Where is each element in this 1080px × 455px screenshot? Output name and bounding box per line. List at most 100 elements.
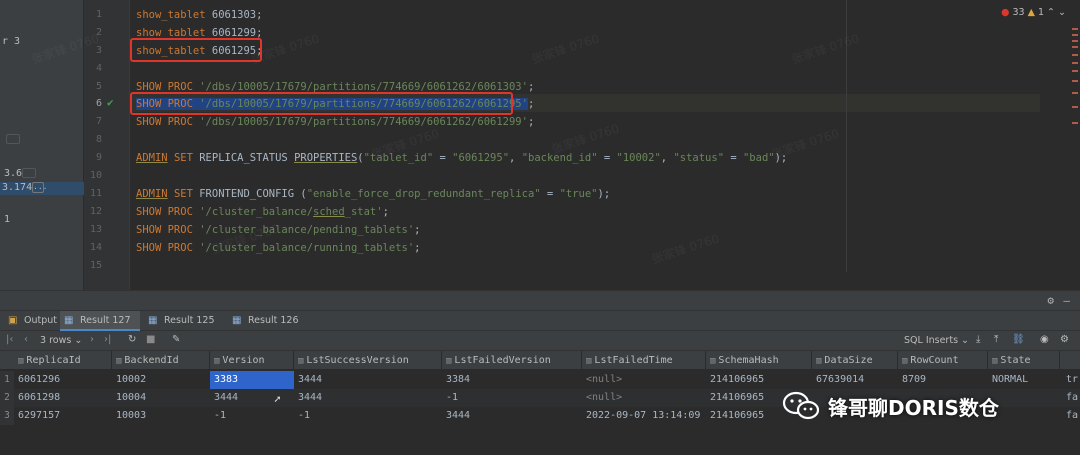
code-string: "bad" — [742, 152, 775, 164]
services-panel: ⚙ — ▣ Output ▦ Result 127 ▦ Result 125 ▦… — [0, 290, 1080, 455]
pin-icon[interactable]: ✎ — [172, 334, 180, 345]
table-cell[interactable]: 214106965 — [706, 371, 812, 389]
table-cell[interactable]: 10002 — [112, 371, 210, 389]
sql-mode-selector[interactable]: SQL Inserts ⌄ — [904, 335, 969, 346]
table-cell[interactable]: 2022-09-07 13:14:09 — [582, 407, 706, 425]
refresh-icon[interactable]: ↻ — [128, 334, 136, 345]
sidebar-item-1[interactable]: r 3 — [2, 36, 20, 47]
error-count: 33 — [1012, 7, 1025, 18]
output-icon: ▣ — [8, 315, 18, 326]
code-string: '/cluster_balance/pending_tablets' — [199, 224, 415, 236]
column-header[interactable]: ▥ LstFailedTime — [582, 351, 706, 370]
column-header[interactable]: ▥ LstSuccessVersion — [294, 351, 442, 370]
code-ident: REPLICA_STATUS — [192, 152, 295, 164]
upload-icon[interactable]: ⤒ — [994, 334, 998, 345]
table-cell[interactable]: -1 — [442, 389, 582, 407]
code-line-11: ADMIN SET FRONTEND_CONFIG ("enable_force… — [136, 188, 610, 201]
highlight-box-tablet — [130, 38, 262, 62]
rows-selector[interactable]: 3 rows ⌄ — [40, 335, 82, 346]
column-header[interactable]: ▥ ReplicaId — [14, 351, 112, 370]
line-number: 9 — [95, 152, 102, 163]
code-keyword: SHOW PROC — [136, 242, 193, 254]
table-cell[interactable]: 10003 — [112, 407, 210, 425]
table-cell[interactable]: 3444 — [210, 389, 294, 407]
watermark: 张家锋 0760 — [529, 31, 601, 67]
inspection-widget[interactable]: ● 33 ▲ 1 ⌃ ⌄ — [1001, 7, 1066, 18]
more-icon[interactable]: ... — [32, 182, 47, 193]
line-number: 4 — [95, 63, 102, 74]
table-cell[interactable]: 6061298 — [14, 389, 112, 407]
table-cell[interactable]: 3444 — [294, 389, 442, 407]
last-page-icon[interactable]: ›| — [104, 334, 111, 345]
column-header[interactable]: ▥ LstFailedVersion — [442, 351, 582, 370]
column-header[interactable]: ▥ BackendId — [112, 351, 210, 370]
table-cell[interactable]: 3384 — [442, 371, 582, 389]
table-cell[interactable]: 3444 — [442, 407, 582, 425]
download-icon[interactable]: ⤓ — [976, 334, 980, 345]
tab-label: Result 126 — [248, 315, 299, 326]
line-number: 12 — [89, 206, 102, 217]
tab-output[interactable]: ▣ Output — [4, 311, 57, 331]
prev-page-icon[interactable]: ‹ — [24, 334, 28, 345]
table-cell[interactable]: 67639014 — [812, 371, 898, 389]
tab-result-125[interactable]: ▦ Result 125 — [144, 311, 224, 331]
tab-label: Output — [24, 315, 57, 326]
table-row[interactable]: 1 6061296 10002 3383 3444 3384 <null> 21… — [0, 371, 1080, 389]
code-string: "true" — [559, 188, 598, 200]
grid-icon: ▦ — [148, 315, 158, 326]
run-check-icon[interactable]: ✔ — [107, 96, 114, 109]
column-header[interactable]: ▥ State — [988, 351, 1060, 370]
table-cell[interactable]: 10004 — [112, 389, 210, 407]
column-header[interactable]: ▥ SchemaHash — [706, 351, 812, 370]
table-cell-selected[interactable]: 3383 — [210, 371, 294, 389]
table-cell[interactable]: 8709 — [898, 371, 988, 389]
table-cell[interactable]: <null> — [582, 371, 706, 389]
tab-label: Result 125 — [164, 315, 215, 326]
code-string: "enable_force_drop_redundant_replica" — [306, 188, 541, 200]
row-number: 1 — [0, 371, 14, 389]
diagram-icon[interactable]: ⛓ — [1012, 334, 1025, 345]
code-punct: = — [724, 152, 743, 164]
code-keyword: SET — [173, 152, 193, 164]
gear-icon[interactable]: ⚙ — [1047, 294, 1054, 307]
column-header[interactable]: ▥ RowCount — [898, 351, 988, 370]
table-cell[interactable]: 6061296 — [14, 371, 112, 389]
code-string: "backend_id" — [521, 152, 598, 164]
tab-result-127[interactable]: ▦ Result 127 — [60, 311, 140, 331]
table-cell[interactable]: tr — [1062, 371, 1080, 389]
table-cell[interactable]: -1 — [210, 407, 294, 425]
scrollbar-markers[interactable] — [1072, 26, 1078, 136]
code-string: '/dbs/10005/17679/partitions/774669/6061… — [199, 116, 528, 128]
line-number: 5 — [95, 81, 102, 92]
stop-icon[interactable]: ■ — [146, 334, 155, 345]
table-cell[interactable]: NORMAL — [988, 371, 1060, 389]
line-number-current: 6 — [95, 98, 102, 109]
next-page-icon[interactable]: › — [90, 334, 94, 345]
column-header[interactable]: ▥ DataSize — [812, 351, 898, 370]
settings-icon[interactable]: ⚙ — [1060, 334, 1069, 345]
sidebar-item-3[interactable]: 1 — [4, 214, 10, 225]
table-cell[interactable]: -1 — [294, 407, 442, 425]
code-keyword: SHOW PROC — [136, 206, 193, 218]
table-cell[interactable]: <null> — [582, 389, 706, 407]
sidebar-item-2[interactable]: 3.6 — [4, 168, 22, 179]
tab-result-126[interactable]: ▦ Result 126 — [228, 311, 308, 331]
line-number: 8 — [95, 134, 102, 145]
eye-icon[interactable]: ◉ — [1040, 334, 1049, 345]
first-page-icon[interactable]: |‹ — [6, 334, 13, 345]
grid-icon: ▦ — [232, 315, 242, 326]
code-line-1: show_tablet 6061303; — [136, 9, 262, 22]
code-punct: = — [433, 152, 453, 164]
code-punct: = — [540, 188, 560, 200]
chevron-up-icon[interactable]: ⌃ — [1047, 7, 1055, 18]
minimize-icon[interactable]: — — [1063, 294, 1070, 307]
table-cell[interactable]: 3444 — [294, 371, 442, 389]
code-keyword: show_tablet — [136, 9, 206, 21]
sql-editor[interactable]: 张家锋 0760 张家锋 0760 张家锋 0760 张家锋 0760 张家锋 … — [30, 0, 1080, 290]
chevron-down-icon[interactable]: ⌄ — [1058, 7, 1066, 18]
table-cell[interactable]: 6297157 — [14, 407, 112, 425]
code-punct: ; — [527, 98, 535, 110]
sidebar-chip — [6, 134, 20, 144]
sidebar-item-selected[interactable]: 3.174 ... — [0, 182, 84, 195]
column-header[interactable]: ▥ Version — [210, 351, 294, 370]
